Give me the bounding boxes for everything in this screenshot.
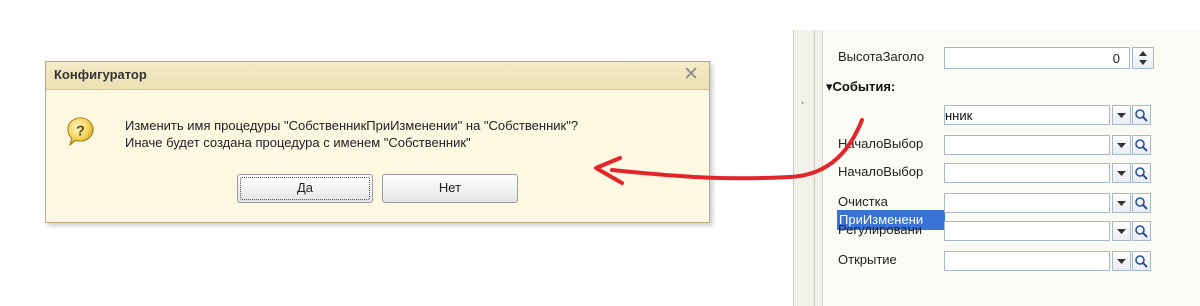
chevron-down-icon	[1117, 229, 1126, 234]
event-row: Регулировани	[0, 221, 1200, 241]
event-handler-input[interactable]: нник	[944, 105, 1110, 125]
magnifier-icon	[1135, 167, 1148, 180]
prop-label-header-height: ВысотаЗаголо	[838, 49, 925, 64]
event-row: НачалоВыбор	[0, 135, 1200, 155]
header-height-input[interactable]: 0	[944, 47, 1130, 69]
chevron-down-icon	[1117, 113, 1126, 118]
event-handler-input[interactable]	[944, 135, 1110, 155]
magnifier-icon	[1135, 225, 1148, 238]
event-row: Очистка	[0, 193, 1200, 213]
chevron-down-icon	[1117, 143, 1126, 148]
dialog-title: Конфигуратор	[54, 67, 147, 82]
dropdown-button[interactable]	[1112, 135, 1131, 155]
chevron-down-icon	[1117, 259, 1126, 264]
dialog-titlebar[interactable]: Конфигуратор ✕	[46, 62, 709, 90]
prop-label-clearing: Очистка	[838, 194, 888, 209]
magnifier-icon	[1135, 139, 1148, 152]
open-button[interactable]	[1132, 193, 1151, 213]
open-button[interactable]	[1132, 135, 1151, 155]
magnifier-icon	[1135, 255, 1148, 268]
open-button[interactable]	[1132, 221, 1151, 241]
open-button[interactable]	[1132, 251, 1151, 271]
event-handler-input[interactable]	[944, 163, 1110, 183]
event-handler-value: нник	[945, 108, 973, 123]
close-icon[interactable]: ✕	[683, 64, 699, 86]
event-handler-input[interactable]	[944, 251, 1110, 271]
header-height-value: 0	[1112, 51, 1120, 66]
events-section-header[interactable]: ▾События:	[826, 79, 895, 95]
event-row: Открытие	[0, 251, 1200, 271]
magnifier-icon	[1135, 109, 1148, 122]
dropdown-button[interactable]	[1112, 251, 1131, 271]
magnifier-icon	[1135, 197, 1148, 210]
prop-label-start-choice: НачалоВыбор	[838, 136, 924, 151]
dropdown-button[interactable]	[1112, 105, 1131, 125]
chevron-down-icon	[1117, 171, 1126, 176]
prop-label-tuning: Регулировани	[838, 222, 923, 237]
spinner-arrows-icon	[1139, 51, 1147, 65]
open-button[interactable]	[1132, 105, 1151, 125]
prop-label-start-choice-list: НачалоВыбор	[838, 164, 924, 179]
prop-label-opening: Открытие	[838, 252, 897, 267]
event-handler-input[interactable]	[944, 221, 1110, 241]
events-section-label: События:	[832, 79, 896, 94]
dropdown-button[interactable]	[1112, 163, 1131, 183]
event-row: ПриИзменени нник	[0, 105, 1200, 230]
event-row: НачалоВыбор	[0, 163, 1200, 183]
dropdown-button[interactable]	[1112, 193, 1131, 213]
open-button[interactable]	[1132, 163, 1151, 183]
header-height-spinner[interactable]	[1132, 47, 1154, 69]
chevron-down-icon	[1117, 201, 1126, 206]
event-handler-input[interactable]	[944, 193, 1110, 213]
dropdown-button[interactable]	[1112, 221, 1131, 241]
